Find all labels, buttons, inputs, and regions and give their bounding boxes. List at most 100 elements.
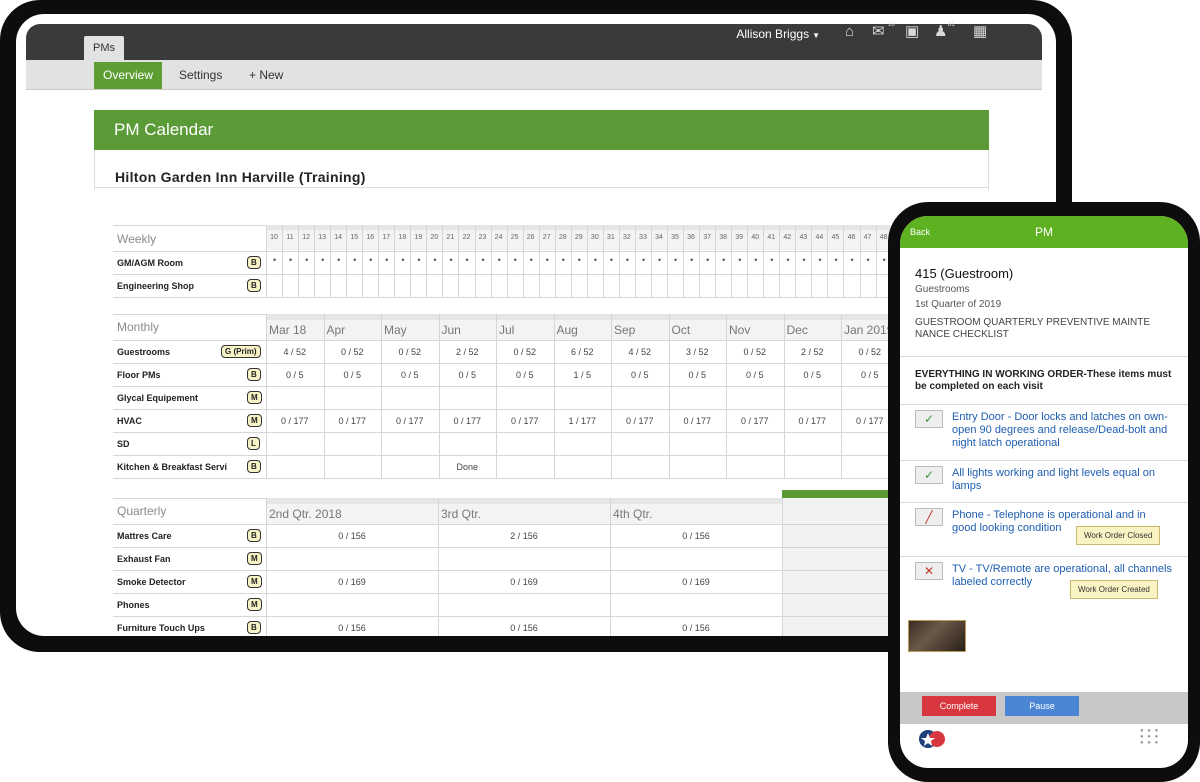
week-marker[interactable]: • bbox=[578, 255, 581, 265]
quarter-cell[interactable]: 0 / 169 bbox=[610, 577, 782, 587]
week-marker[interactable]: • bbox=[658, 255, 661, 265]
week-marker[interactable]: • bbox=[530, 255, 533, 265]
nav-settings[interactable]: Settings bbox=[170, 62, 231, 89]
week-marker[interactable]: • bbox=[674, 255, 677, 265]
week-marker[interactable]: • bbox=[401, 255, 404, 265]
month-cell[interactable]: 0 / 5 bbox=[439, 370, 497, 380]
month-cell[interactable]: 0 / 177 bbox=[726, 416, 784, 426]
month-cell[interactable]: 4 / 52 bbox=[266, 347, 324, 357]
month-cell[interactable]: 0 / 5 bbox=[381, 370, 439, 380]
home-icon[interactable]: ⌂ bbox=[845, 24, 854, 40]
week-marker[interactable]: • bbox=[337, 255, 340, 265]
menu-grid-icon[interactable]: ● ● ● ● ● ● ● ● ● bbox=[1140, 728, 1160, 748]
quarter-cell[interactable]: 0 / 156 bbox=[266, 623, 438, 633]
month-cell[interactable]: 2 / 52 bbox=[784, 347, 842, 357]
month-cell[interactable]: 0 / 52 bbox=[324, 347, 382, 357]
week-marker[interactable]: • bbox=[433, 255, 436, 265]
week-marker[interactable]: • bbox=[738, 255, 741, 265]
month-cell[interactable]: 0 / 177 bbox=[784, 416, 842, 426]
photo-thumbnail[interactable] bbox=[908, 620, 966, 652]
week-marker[interactable]: • bbox=[562, 255, 565, 265]
month-cell[interactable]: Done bbox=[439, 462, 497, 472]
month-cell[interactable]: 0 / 177 bbox=[439, 416, 497, 426]
pause-button[interactable]: Pause bbox=[1005, 696, 1079, 716]
month-cell[interactable]: 1 / 5 bbox=[554, 370, 612, 380]
apps-grid-icon[interactable]: ▦ bbox=[973, 24, 987, 40]
nav-overview[interactable]: Overview bbox=[94, 62, 163, 89]
quarter-cell[interactable]: 0 / 169 bbox=[266, 577, 438, 587]
week-marker[interactable]: • bbox=[754, 255, 757, 265]
month-cell[interactable]: 0 / 177 bbox=[669, 416, 727, 426]
week-marker[interactable]: • bbox=[321, 255, 324, 265]
week-marker[interactable]: • bbox=[626, 255, 629, 265]
week-marker[interactable]: • bbox=[867, 255, 870, 265]
week-marker[interactable]: • bbox=[305, 255, 308, 265]
week-marker[interactable]: • bbox=[353, 255, 356, 265]
month-cell[interactable]: 0 / 52 bbox=[496, 347, 554, 357]
status-checkbox[interactable]: ✓ bbox=[915, 410, 943, 428]
week-marker[interactable]: • bbox=[706, 255, 709, 265]
week-marker[interactable]: • bbox=[273, 255, 276, 265]
month-cell[interactable]: 0 / 5 bbox=[726, 370, 784, 380]
work-order-badge[interactable]: Work Order Closed bbox=[1076, 526, 1161, 545]
user-menu[interactable]: Allison Briggs ▼ bbox=[736, 27, 820, 41]
chat-icon[interactable]: ▣ bbox=[905, 24, 919, 40]
month-cell[interactable]: 0 / 5 bbox=[669, 370, 727, 380]
bell-icon[interactable]: ♟ bbox=[934, 24, 947, 40]
month-cell[interactable]: 0 / 5 bbox=[784, 370, 842, 380]
week-marker[interactable]: • bbox=[449, 255, 452, 265]
month-cell[interactable]: 0 / 5 bbox=[324, 370, 382, 380]
week-marker[interactable]: • bbox=[642, 255, 645, 265]
quarter-cell[interactable]: 0 / 156 bbox=[266, 531, 438, 541]
week-marker[interactable]: • bbox=[883, 255, 886, 265]
week-marker[interactable]: • bbox=[482, 255, 485, 265]
month-cell[interactable]: 0 / 5 bbox=[266, 370, 324, 380]
month-cell[interactable]: 2 / 52 bbox=[439, 347, 497, 357]
month-cell[interactable]: 0 / 177 bbox=[611, 416, 669, 426]
week-marker[interactable]: • bbox=[818, 255, 821, 265]
work-order-badge[interactable]: Work Order Created bbox=[1070, 580, 1158, 599]
week-marker[interactable]: • bbox=[514, 255, 517, 265]
status-checkbox[interactable]: ╱ bbox=[915, 508, 943, 526]
quarter-header: 3rd Qtr. bbox=[438, 498, 610, 524]
week-marker[interactable]: • bbox=[369, 255, 372, 265]
week-marker[interactable]: • bbox=[722, 255, 725, 265]
nav-new[interactable]: + New bbox=[240, 62, 292, 89]
month-cell[interactable]: 1 / 177 bbox=[554, 416, 612, 426]
week-marker[interactable]: • bbox=[466, 255, 469, 265]
quarter-cell[interactable]: 0 / 156 bbox=[610, 623, 782, 633]
week-marker[interactable]: • bbox=[498, 255, 501, 265]
status-checkbox[interactable]: ✓ bbox=[915, 466, 943, 484]
week-marker[interactable]: • bbox=[802, 255, 805, 265]
week-marker[interactable]: • bbox=[385, 255, 388, 265]
month-cell[interactable]: 0 / 177 bbox=[324, 416, 382, 426]
week-marker[interactable]: • bbox=[690, 255, 693, 265]
week-marker[interactable]: • bbox=[786, 255, 789, 265]
week-marker[interactable]: • bbox=[546, 255, 549, 265]
status-checkbox[interactable]: ✕ bbox=[915, 562, 943, 580]
month-cell[interactable]: 0 / 5 bbox=[611, 370, 669, 380]
week-marker[interactable]: • bbox=[770, 255, 773, 265]
month-cell[interactable]: 0 / 5 bbox=[496, 370, 554, 380]
month-cell[interactable]: 0 / 52 bbox=[381, 347, 439, 357]
month-cell[interactable]: 0 / 52 bbox=[726, 347, 784, 357]
month-cell[interactable]: 4 / 52 bbox=[611, 347, 669, 357]
month-cell[interactable]: 0 / 177 bbox=[496, 416, 554, 426]
mail-icon[interactable]: ✉ bbox=[872, 24, 885, 40]
month-cell[interactable]: 3 / 52 bbox=[669, 347, 727, 357]
quarter-cell[interactable]: 0 / 156 bbox=[610, 531, 782, 541]
week-marker[interactable]: • bbox=[417, 255, 420, 265]
week-marker[interactable]: • bbox=[834, 255, 837, 265]
month-cell[interactable]: 0 / 177 bbox=[266, 416, 324, 426]
quarter-cell[interactable]: 0 / 156 bbox=[438, 623, 610, 633]
app-tab[interactable]: PMs bbox=[84, 36, 124, 60]
month-cell[interactable]: 0 / 177 bbox=[381, 416, 439, 426]
week-marker[interactable]: • bbox=[289, 255, 292, 265]
week-marker[interactable]: • bbox=[610, 255, 613, 265]
complete-button[interactable]: Complete bbox=[922, 696, 996, 716]
quarter-cell[interactable]: 0 / 169 bbox=[438, 577, 610, 587]
week-marker[interactable]: • bbox=[594, 255, 597, 265]
month-cell[interactable]: 6 / 52 bbox=[554, 347, 612, 357]
week-marker[interactable]: • bbox=[850, 255, 853, 265]
quarter-cell[interactable]: 2 / 156 bbox=[438, 531, 610, 541]
